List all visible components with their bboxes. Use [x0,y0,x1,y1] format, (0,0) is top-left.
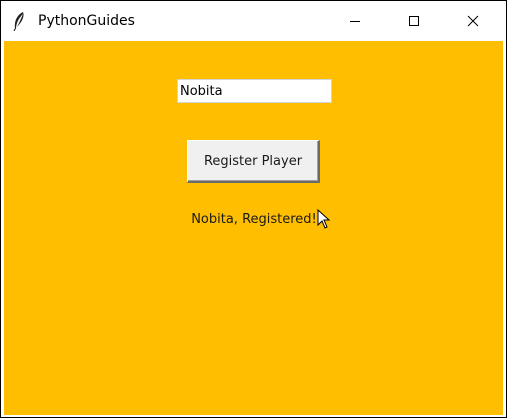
mouse-pointer-icon [317,209,331,229]
register-player-button[interactable]: Register Player [187,140,320,183]
main-panel: Register Player Nobita, Registered! [4,41,503,415]
app-window: PythonGuides Register Player Nobita, Reg… [1,1,506,417]
feather-icon [13,12,24,31]
close-icon [467,15,479,27]
maximize-button[interactable] [391,1,437,41]
window-title: PythonGuides [38,13,135,29]
player-name-input[interactable] [177,79,332,103]
maximize-icon [409,16,419,26]
close-button[interactable] [450,1,496,41]
minimize-button[interactable] [332,1,378,41]
title-bar: PythonGuides [1,1,506,41]
minimize-icon [350,21,360,22]
